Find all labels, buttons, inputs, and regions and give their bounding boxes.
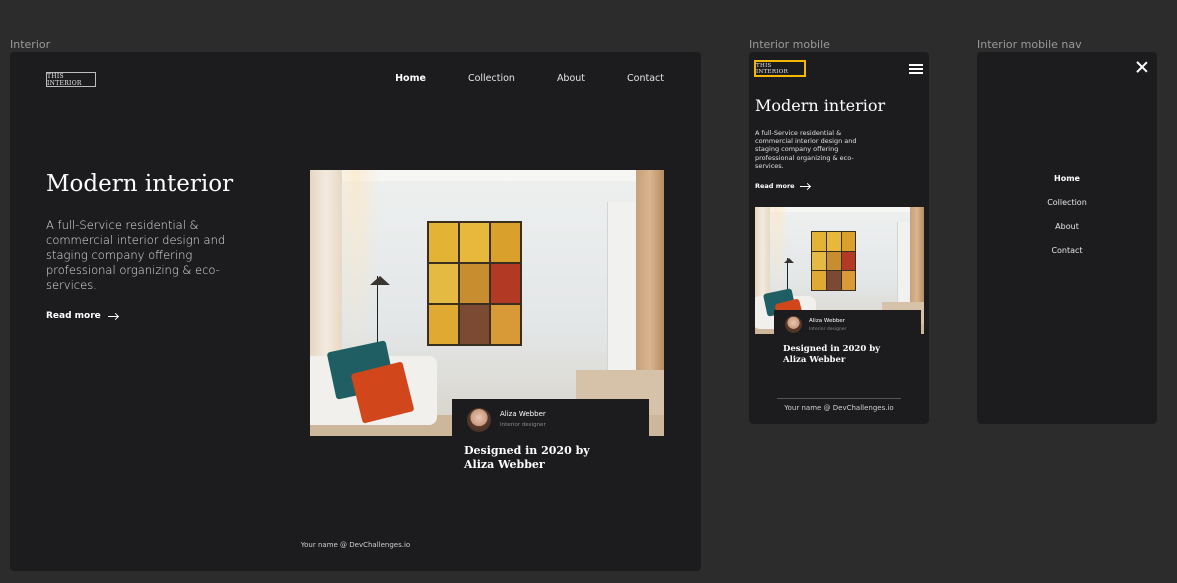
footer-credit: Your name @ DevChallenges.io [300,541,411,549]
footer-credit: Your name @ DevChallenges.io [784,404,894,412]
hamburger-menu-icon[interactable] [909,64,923,74]
designer-name: Aliza Webber [500,410,546,418]
footer-divider [777,398,901,399]
nav-item-collection[interactable]: Collection [1047,198,1087,207]
designer-role: Interior designer [500,422,546,428]
read-more-label: Read more [755,182,795,190]
nav-item-contact[interactable]: Contact [1051,246,1082,255]
frame-label-desktop: Interior [10,38,51,51]
nav-item-about[interactable]: About [557,73,585,84]
mobile-nav-frame[interactable]: Home Collection About Contact [977,52,1157,424]
wall-art [810,231,857,291]
avatar [467,408,491,432]
mobile-frame[interactable]: THIS INTERIOR Modern interior A full-Ser… [749,52,929,424]
designer-card: Aliza Webber Interior designer Designed … [774,310,921,376]
card-title: Designed in 2020 by Aliza Webber [464,444,590,471]
hero-title: Modern interior [46,171,234,197]
desktop-frame[interactable]: THIS INTERIOR Home Collection About Cont… [10,52,701,571]
designer-card: Aliza Webber Interior designer Designed … [452,399,649,489]
frame-label-mobile: Interior mobile [749,38,830,51]
hero-image [310,170,664,436]
read-more-link[interactable]: Read more [46,311,118,321]
arrow-right-icon [107,315,118,317]
frame-label-mobile-nav: Interior mobile nav [977,38,1082,51]
read-more-link[interactable]: Read more [755,182,810,190]
nav-item-home[interactable]: Home [395,73,426,84]
wall-art [426,220,523,346]
hero-description: A full-Service residential & commercial … [46,218,226,292]
nav-item-about[interactable]: About [1055,222,1079,231]
card-title: Designed in 2020 by Aliza Webber [783,344,881,365]
logo[interactable]: THIS INTERIOR [46,72,96,87]
close-icon[interactable] [1136,61,1148,73]
hero-description: A full-Service residential & commercial … [755,129,857,170]
mobile-nav-menu: Home Collection About Contact [977,174,1157,255]
arrow-right-icon [799,185,810,187]
nav-item-home[interactable]: Home [1054,174,1080,183]
hero-title: Modern interior [755,96,886,115]
nav-item-contact[interactable]: Contact [627,73,664,84]
main-nav: Home Collection About Contact [395,73,664,84]
designer-role: Interior designer [809,327,847,332]
designer-name: Aliza Webber [809,318,845,324]
read-more-label: Read more [46,311,101,321]
logo[interactable]: THIS INTERIOR [754,60,806,77]
nav-item-collection[interactable]: Collection [468,73,515,84]
avatar [785,316,802,333]
